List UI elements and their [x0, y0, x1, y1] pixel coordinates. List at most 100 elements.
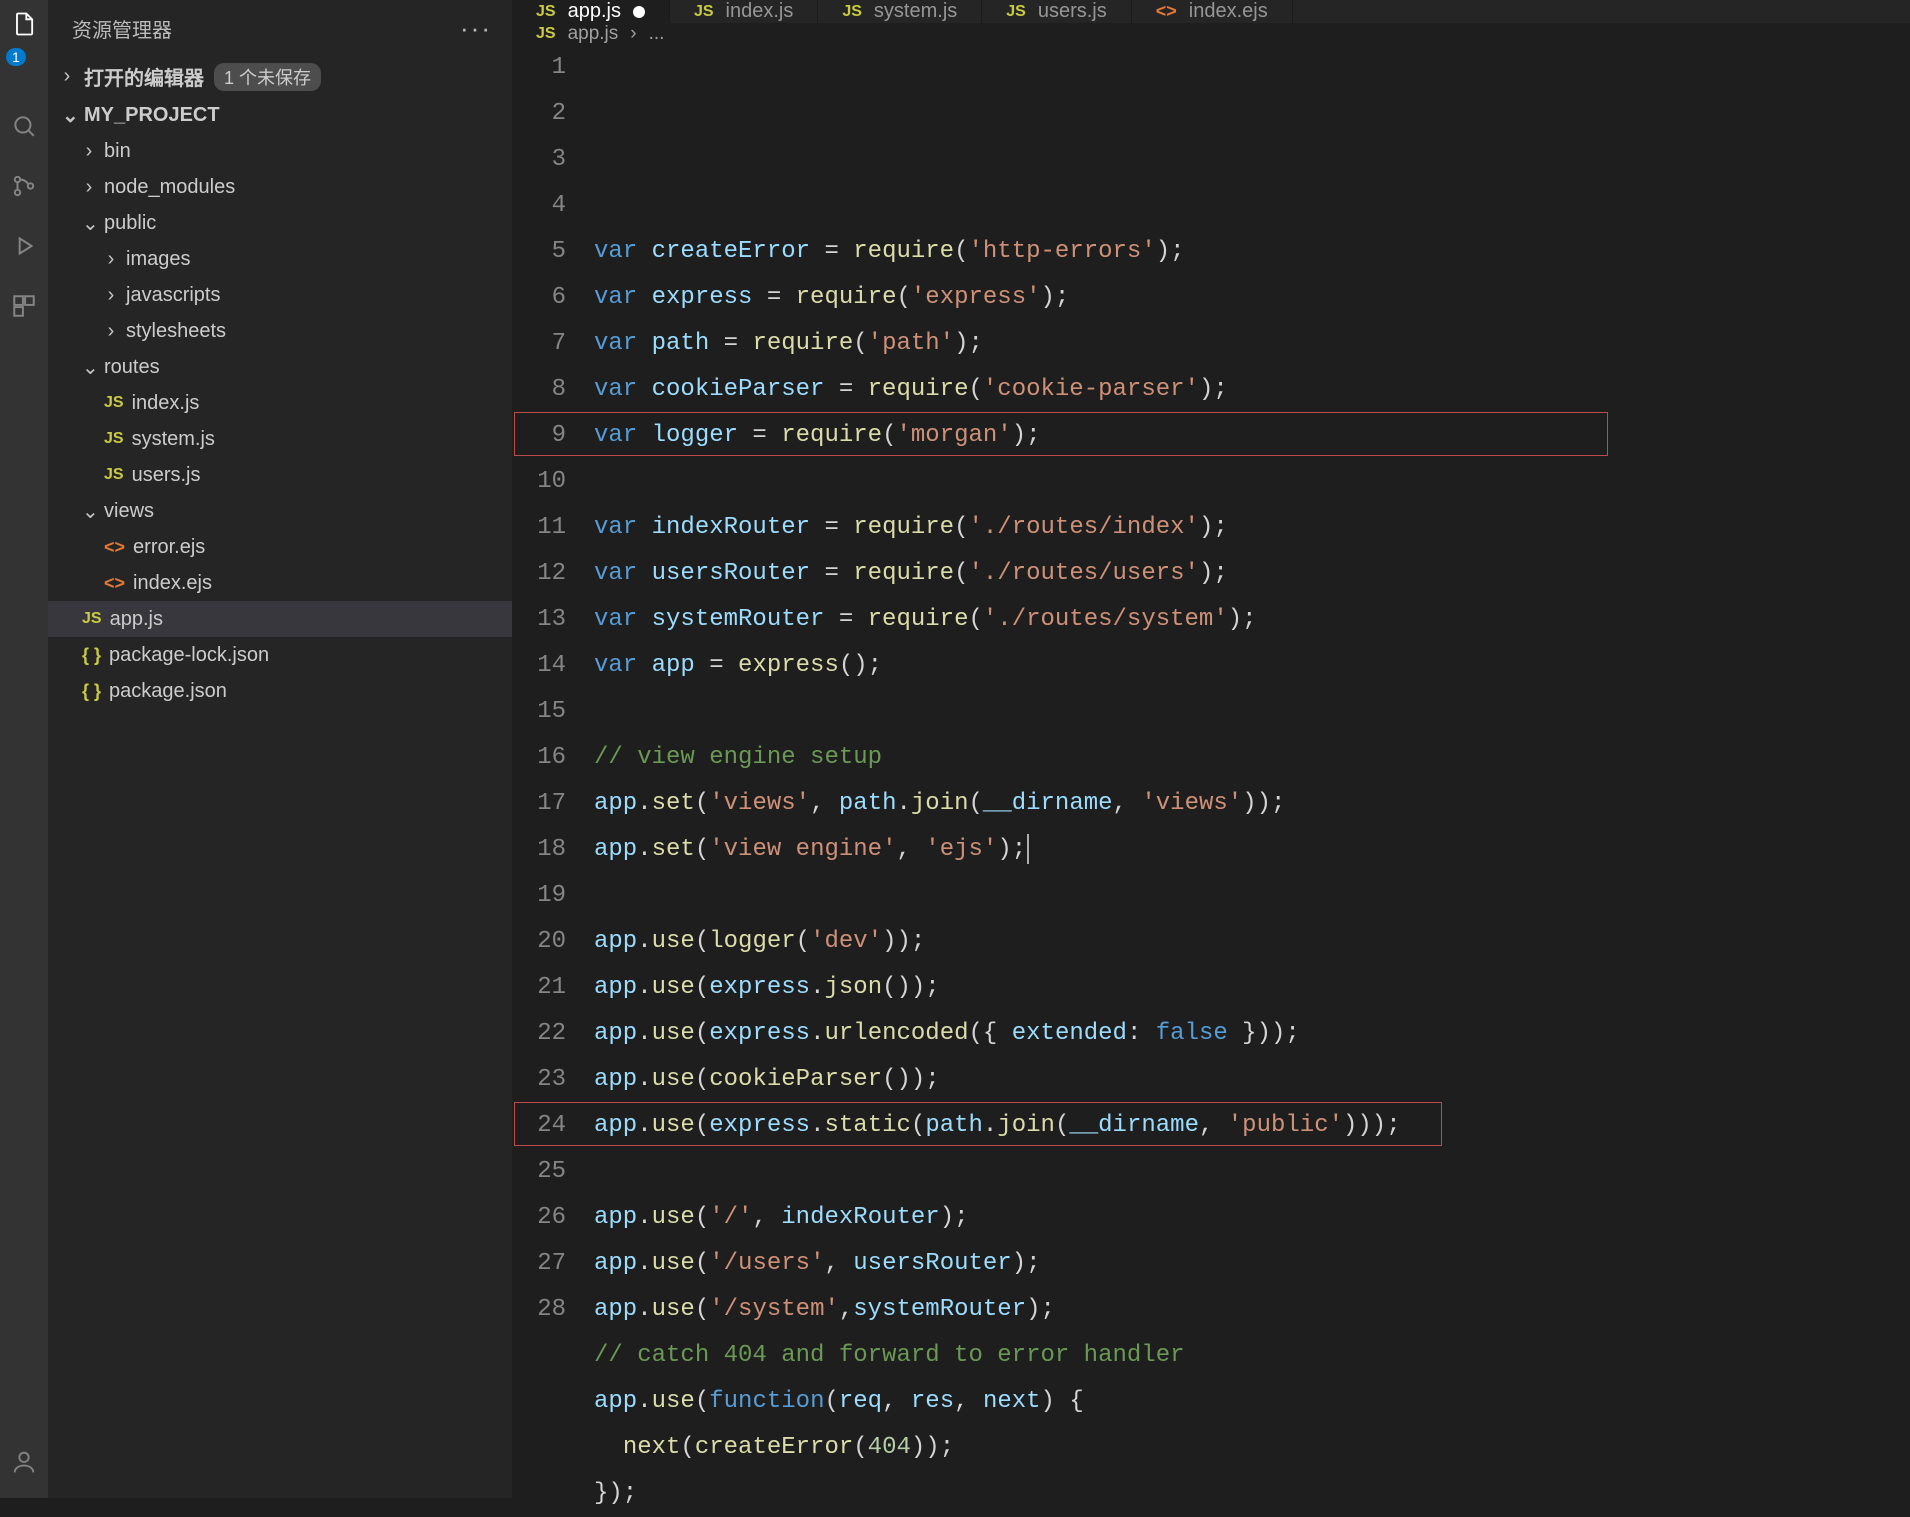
file-item[interactable]: JS app.js [48, 601, 512, 637]
folder-item[interactable]: ›node_modules [48, 169, 512, 205]
folder-item[interactable]: › bin [48, 133, 512, 169]
folder-item[interactable]: › javascripts [48, 277, 512, 313]
code-line[interactable]: var createError = require('http-errors')… [594, 229, 1910, 275]
tree-item-label: javascripts [126, 284, 220, 307]
code-line[interactable]: app.use(express.urlencoded({ extended: f… [594, 1011, 1910, 1057]
tab-label: users.js [1038, 0, 1107, 23]
search-icon[interactable] [8, 110, 40, 142]
js-file-icon: JS [104, 394, 124, 412]
project-name: MY_PROJECT [84, 104, 220, 127]
tab-index-ejs[interactable]: <>index.ejs [1132, 0, 1293, 23]
code-editor[interactable]: 1234567891011121314151617181920212223242… [512, 45, 1910, 1517]
code-line[interactable]: app.use(express.json()); [594, 965, 1910, 1011]
extensions-icon[interactable] [8, 290, 40, 322]
code-line[interactable] [594, 459, 1910, 505]
tab-app-js[interactable]: JSapp.js [512, 0, 670, 23]
tree-item-label: package-lock.json [109, 644, 269, 667]
explorer-icon[interactable]: 1 [8, 8, 40, 40]
code-line[interactable]: app.use('/users', usersRouter); [594, 1241, 1910, 1287]
code-line[interactable]: var cookieParser = require('cookie-parse… [594, 367, 1910, 413]
js-file-icon: JS [694, 3, 714, 21]
json-file-icon: { } [82, 681, 101, 702]
js-file-icon: JS [536, 25, 556, 43]
open-editors-label: 打开的编辑器 [84, 62, 204, 91]
tree-item-label: routes [104, 356, 160, 379]
code-line[interactable] [594, 1149, 1910, 1195]
breadcrumb[interactable]: JS app.js › ... [512, 23, 1910, 45]
tree-item-label: images [126, 248, 190, 271]
file-item[interactable]: { } package.json [48, 673, 512, 709]
tree-item-label: system.js [132, 428, 215, 451]
sidebar-header: 资源管理器 ··· [48, 0, 512, 56]
js-file-icon: JS [536, 3, 556, 21]
file-item[interactable]: <>error.ejs [48, 529, 512, 565]
code-line[interactable]: app.use(function(req, res, next) { [594, 1379, 1910, 1425]
tree-item-label: app.js [110, 608, 163, 631]
folder-item[interactable]: ⌄routes [48, 349, 512, 385]
open-editors-section[interactable]: › 打开的编辑器 1 个未保存 [48, 56, 512, 97]
tree-item-label: index.js [132, 392, 200, 415]
js-file-icon: JS [82, 610, 102, 628]
code-line[interactable]: app.set('view engine', 'ejs'); [594, 827, 1910, 873]
tab-users-js[interactable]: JSusers.js [982, 0, 1131, 23]
code-line[interactable] [594, 873, 1910, 919]
explorer-sidebar: 资源管理器 ··· › 打开的编辑器 1 个未保存 ⌄ MY_PROJECT ›… [48, 0, 512, 1498]
tab-system-js[interactable]: JSsystem.js [818, 0, 982, 23]
code-line[interactable]: // catch 404 and forward to error handle… [594, 1333, 1910, 1379]
breadcrumb-rest: ... [649, 23, 665, 45]
chevron-right-icon: › [82, 140, 96, 163]
code-line[interactable]: app.use(express.static(path.join(__dirna… [594, 1103, 1910, 1149]
code-line[interactable]: var indexRouter = require('./routes/inde… [594, 505, 1910, 551]
tree-item-label: views [104, 500, 154, 523]
file-item[interactable]: { }package-lock.json [48, 637, 512, 673]
chevron-down-icon: ⌄ [82, 499, 96, 524]
code-line[interactable]: var app = express(); [594, 643, 1910, 689]
file-item[interactable]: JSusers.js [48, 457, 512, 493]
file-item[interactable]: JS index.js [48, 385, 512, 421]
tree-item-label: users.js [132, 464, 201, 487]
source-control-icon[interactable] [8, 170, 40, 202]
code-line[interactable]: app.use(logger('dev')); [594, 919, 1910, 965]
code-line[interactable]: app.use('/', indexRouter); [594, 1195, 1910, 1241]
folder-item[interactable]: › stylesheets [48, 313, 512, 349]
account-icon[interactable] [8, 1446, 40, 1478]
text-cursor [1027, 834, 1029, 864]
chevron-down-icon: ⌄ [62, 103, 76, 128]
code-line[interactable]: var logger = require('morgan'); [594, 413, 1910, 459]
code-line[interactable]: var path = require('path'); [594, 321, 1910, 367]
debug-icon[interactable] [8, 230, 40, 262]
chevron-right-icon: › [630, 23, 636, 45]
file-item[interactable]: <>index.ejs [48, 565, 512, 601]
sidebar-title: 资源管理器 [72, 14, 172, 43]
file-item[interactable]: JS system.js [48, 421, 512, 457]
code-line[interactable]: var express = require('express'); [594, 275, 1910, 321]
chevron-right-icon: › [104, 284, 118, 307]
project-root[interactable]: ⌄ MY_PROJECT [48, 97, 512, 133]
explorer-badge: 1 [6, 48, 26, 66]
tab-index-js[interactable]: JSindex.js [670, 0, 818, 23]
chevron-right-icon: › [104, 320, 118, 343]
tree-item-label: bin [104, 140, 131, 163]
breadcrumb-file: app.js [568, 23, 619, 45]
tree-item-label: index.ejs [133, 572, 212, 595]
dirty-indicator-icon [633, 6, 645, 18]
more-icon[interactable]: ··· [460, 13, 492, 44]
code-line[interactable]: next(createError(404)); [594, 1425, 1910, 1471]
tree-item-label: stylesheets [126, 320, 226, 343]
code-line[interactable]: app.set('views', path.join(__dirname, 'v… [594, 781, 1910, 827]
code-line[interactable]: var systemRouter = require('./routes/sys… [594, 597, 1910, 643]
code-line[interactable]: app.use(cookieParser()); [594, 1057, 1910, 1103]
folder-item[interactable]: ›images [48, 241, 512, 277]
code-line[interactable]: var usersRouter = require('./routes/user… [594, 551, 1910, 597]
js-file-icon: JS [104, 430, 124, 448]
code-line[interactable]: app.use('/system',systemRouter); [594, 1287, 1910, 1333]
code-line[interactable]: // view engine setup [594, 735, 1910, 781]
chevron-right-icon: › [60, 65, 74, 88]
file-tree: ›bin›node_modules⌄public›images›javascri… [48, 133, 512, 709]
code-line[interactable] [594, 689, 1910, 735]
code-lines[interactable]: var createError = require('http-errors')… [594, 45, 1910, 1517]
tree-item-label: package.json [109, 680, 227, 703]
folder-item[interactable]: ⌄ views [48, 493, 512, 529]
code-line[interactable]: }); [594, 1471, 1910, 1517]
folder-item[interactable]: ⌄public [48, 205, 512, 241]
